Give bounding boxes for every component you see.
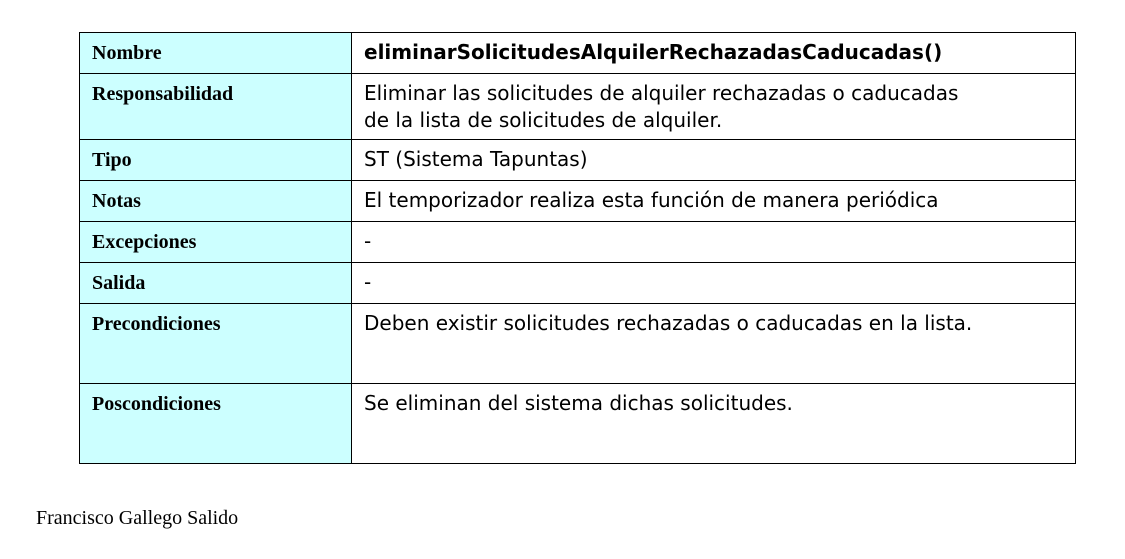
table-row-salida: Salida - bbox=[79, 262, 1076, 304]
table-row-nombre: Nombre eliminarSolicitudesAlquilerRechaz… bbox=[79, 32, 1076, 74]
table-row-responsabilidad: Responsabilidad Eliminar las solicitudes… bbox=[79, 73, 1076, 140]
row-label: Notas bbox=[79, 180, 352, 222]
row-label: Tipo bbox=[79, 139, 352, 181]
exceptions-value: - bbox=[351, 221, 1076, 263]
type-value: ST (Sistema Tapuntas) bbox=[351, 139, 1076, 181]
row-label: Responsabilidad bbox=[79, 73, 352, 140]
responsibility-line-2: de la lista de solicitudes de alquiler. bbox=[364, 108, 723, 132]
operation-name: eliminarSolicitudesAlquilerRechazadasCad… bbox=[351, 32, 1076, 74]
postconditions-value: Se eliminan del sistema dichas solicitud… bbox=[351, 383, 1076, 464]
responsibility-line-1: Eliminar las solicitudes de alquiler rec… bbox=[364, 81, 959, 105]
table-row-notas: Notas El temporizador realiza esta funci… bbox=[79, 180, 1076, 222]
author-footer: Francisco Gallego Salido bbox=[36, 507, 239, 529]
row-label: Salida bbox=[79, 262, 352, 304]
table-row-precondiciones: Precondiciones Deben existir solicitudes… bbox=[79, 303, 1076, 384]
notes-value: El temporizador realiza esta función de … bbox=[351, 180, 1076, 222]
row-label: Nombre bbox=[79, 32, 352, 74]
table-row-excepciones: Excepciones - bbox=[79, 221, 1076, 263]
responsibility-value: Eliminar las solicitudes de alquiler rec… bbox=[351, 73, 1076, 140]
preconditions-value: Deben existir solicitudes rechazadas o c… bbox=[351, 303, 1076, 384]
table-row-tipo: Tipo ST (Sistema Tapuntas) bbox=[79, 139, 1076, 181]
output-value: - bbox=[351, 262, 1076, 304]
operation-contract-table: Nombre eliminarSolicitudesAlquilerRechaz… bbox=[79, 32, 1076, 464]
table-row-poscondiciones: Poscondiciones Se eliminan del sistema d… bbox=[79, 383, 1076, 464]
row-label: Poscondiciones bbox=[79, 383, 352, 464]
row-label: Excepciones bbox=[79, 221, 352, 263]
row-label: Precondiciones bbox=[79, 303, 352, 384]
